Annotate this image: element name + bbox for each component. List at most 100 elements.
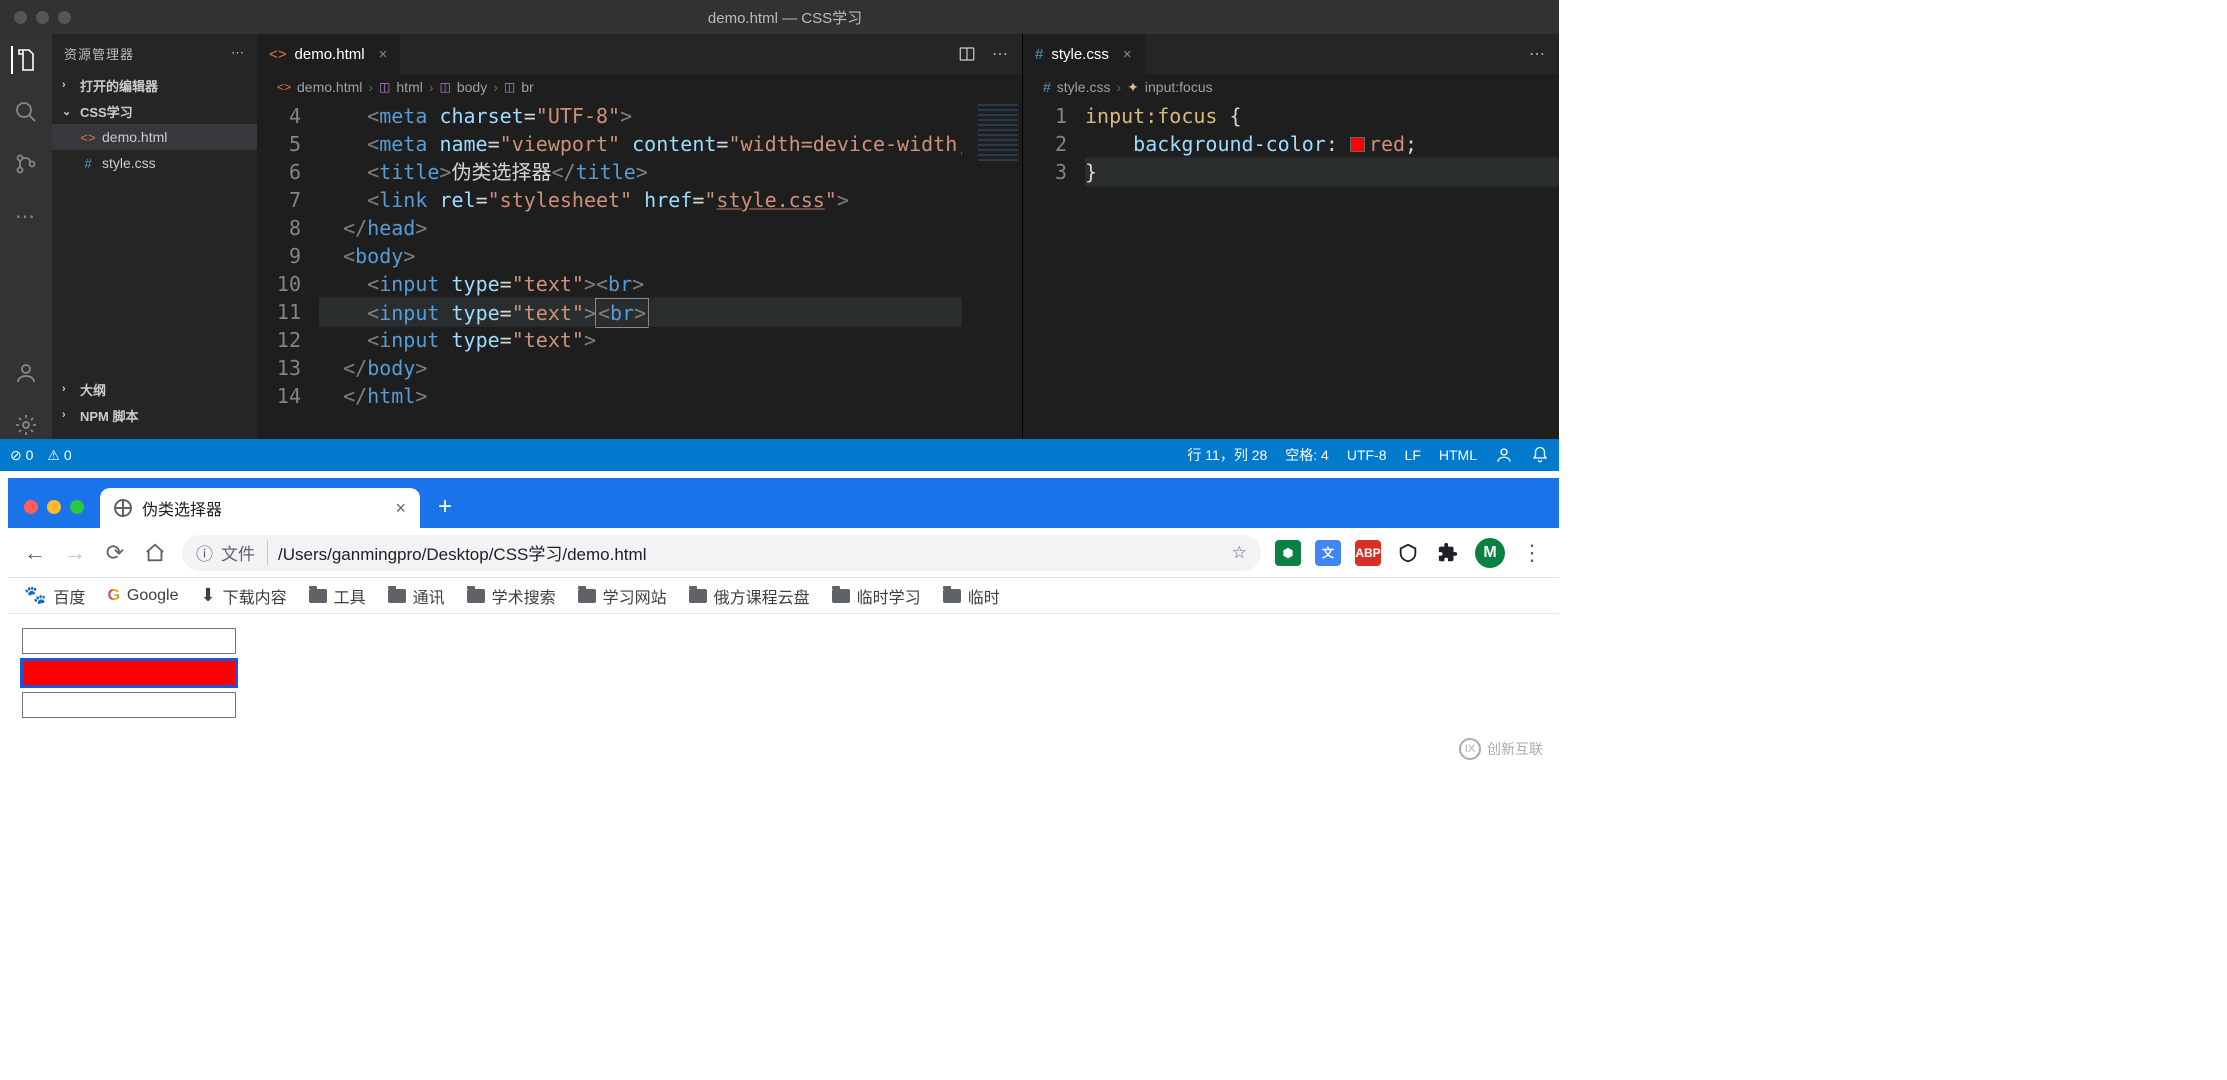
folder-icon xyxy=(578,589,596,603)
sidebar-title: 资源管理器 xyxy=(64,44,134,63)
window-title: demo.html — CSS学习 xyxy=(71,7,1499,28)
bookmark-star-icon[interactable]: ☆ xyxy=(1232,543,1247,563)
bookmark-俄方课程云盘[interactable]: 俄方课程云盘 xyxy=(689,584,810,608)
file-style.css[interactable]: #style.css xyxy=(52,150,257,176)
bookmark-工具[interactable]: 工具 xyxy=(309,584,366,608)
google-icon: G xyxy=(107,587,119,605)
close-icon[interactable]: × xyxy=(395,498,406,519)
close-icon[interactable]: × xyxy=(1123,46,1132,63)
outline-section[interactable]: ›大纲 xyxy=(52,376,257,402)
code-editor-2[interactable]: 123 input:focus { background-color: red;… xyxy=(1023,100,1559,439)
code-editor-1[interactable]: 4567891011121314 <meta charset="UTF-8"> … xyxy=(257,100,1022,439)
back-button[interactable]: ← xyxy=(22,540,48,566)
notifications-icon[interactable] xyxy=(1531,446,1549,464)
tab-bar-2: # style.css × ⋯ xyxy=(1023,34,1559,74)
vscode-titlebar[interactable]: demo.html — CSS学习 xyxy=(0,0,1559,34)
chrome-window: 伪类选择器 × + ← → ⟳ ⓘ文件 /Users/ganmingpro/De… xyxy=(8,478,1559,773)
page-input-2-focused[interactable] xyxy=(22,660,236,686)
folder-icon xyxy=(689,589,707,603)
bookmark-下载内容[interactable]: ⬇下载内容 xyxy=(200,584,286,608)
status-eol[interactable]: LF xyxy=(1405,447,1421,463)
css-file-icon: # xyxy=(1043,79,1051,95)
breadcrumb-1[interactable]: <>demo.html ›◫html ›◫body ›◫br xyxy=(257,74,1022,100)
status-indent[interactable]: 空格: 4 xyxy=(1285,445,1329,465)
status-encoding[interactable]: UTF-8 xyxy=(1347,447,1387,463)
breadcrumb-2[interactable]: #style.css ›✦input:focus xyxy=(1023,74,1559,100)
extension-icon[interactable] xyxy=(1395,540,1421,566)
account-icon[interactable] xyxy=(12,359,40,387)
status-warnings[interactable]: ⚠ 0 xyxy=(47,447,71,464)
adblock-icon[interactable]: ABP xyxy=(1355,540,1381,566)
browser-tab[interactable]: 伪类选择器 × xyxy=(100,488,420,528)
tab-demo-html[interactable]: <> demo.html × xyxy=(257,34,400,74)
sidebar-explorer: 资源管理器 ⋯ ›打开的编辑器 ⌄CSS学习 <>demo.html#style… xyxy=(52,34,257,439)
window-controls[interactable] xyxy=(0,11,71,24)
address-bar[interactable]: ⓘ文件 /Users/ganmingpro/Desktop/CSS学习/demo… xyxy=(182,535,1261,571)
tab-more-icon[interactable]: ⋯ xyxy=(992,44,1008,64)
bookmark-学习网站[interactable]: 学习网站 xyxy=(578,584,667,608)
tab-style-css[interactable]: # style.css × xyxy=(1023,34,1145,74)
extension-icon[interactable]: ⬢ xyxy=(1275,540,1301,566)
split-editor-icon[interactable] xyxy=(958,45,976,63)
more-icon[interactable]: ⋯ xyxy=(12,202,40,230)
reload-button[interactable]: ⟳ xyxy=(102,540,128,566)
folder-icon xyxy=(832,589,850,603)
status-language[interactable]: HTML xyxy=(1439,447,1477,463)
source-control-icon[interactable] xyxy=(12,150,40,178)
status-position[interactable]: 行 11，列 28 xyxy=(1187,445,1267,465)
bookmark-临时[interactable]: 临时 xyxy=(943,584,1000,608)
page-input-3[interactable] xyxy=(22,692,236,718)
tab-more-icon[interactable]: ⋯ xyxy=(1529,44,1545,64)
folder-icon xyxy=(388,589,406,603)
tag-icon: ◫ xyxy=(440,80,451,94)
sidebar-more-icon[interactable]: ⋯ xyxy=(231,45,245,61)
new-tab-button[interactable]: + xyxy=(428,490,462,524)
extensions-puzzle-icon[interactable] xyxy=(1435,540,1461,566)
file-icon: # xyxy=(80,156,96,171)
editor-group-1: <> demo.html × ⋯ <>demo.html ›◫html ›◫bo… xyxy=(257,34,1022,439)
status-errors[interactable]: ⊘ 0 xyxy=(10,447,33,464)
file-demo.html[interactable]: <>demo.html xyxy=(52,124,257,150)
tag-icon: ◫ xyxy=(504,80,515,94)
minimap[interactable] xyxy=(962,100,1022,439)
folder-icon xyxy=(467,589,485,603)
profile-avatar[interactable]: M xyxy=(1475,538,1505,568)
opened-editors-section[interactable]: ›打开的编辑器 xyxy=(52,72,257,98)
window-controls[interactable] xyxy=(8,500,100,528)
folder-icon xyxy=(309,589,327,603)
bookmark-学术搜索[interactable]: 学术搜索 xyxy=(467,584,556,608)
bookmarks-bar: 🐾百度 GGoogle ⬇下载内容工具通讯学术搜索学习网站俄方课程云盘临时学习临时 xyxy=(8,578,1559,614)
folder-icon xyxy=(943,589,961,603)
rendered-page xyxy=(8,614,1559,738)
npm-scripts-section[interactable]: ›NPM 脚本 xyxy=(52,402,257,428)
selector-icon: ✦ xyxy=(1127,79,1139,96)
project-root[interactable]: ⌄CSS学习 xyxy=(52,98,257,124)
home-button[interactable] xyxy=(142,540,168,566)
vscode-window: demo.html — CSS学习 ⋯ 资源管理器 ⋯ ›打开的编辑器 ⌄CSS… xyxy=(0,0,1559,471)
bookmark-百度[interactable]: 🐾百度 xyxy=(24,584,85,608)
page-input-1[interactable] xyxy=(22,628,236,654)
bookmark-临时学习[interactable]: 临时学习 xyxy=(832,584,921,608)
close-icon[interactable]: × xyxy=(379,46,388,63)
tag-icon: ◫ xyxy=(379,80,390,94)
html-file-icon: <> xyxy=(277,80,291,94)
status-bar: ⊘ 0 ⚠ 0 行 11，列 28 空格: 4 UTF-8 LF HTML xyxy=(0,439,1559,471)
extension-icons: ⬢ 文 ABP M ⋮ xyxy=(1275,538,1545,568)
bookmark-Google[interactable]: GGoogle xyxy=(107,587,178,605)
explorer-icon[interactable] xyxy=(11,46,39,74)
feedback-icon[interactable] xyxy=(1495,446,1513,464)
translate-icon[interactable]: 文 xyxy=(1315,540,1341,566)
info-icon: ⓘ xyxy=(196,540,213,565)
chrome-menu-icon[interactable]: ⋮ xyxy=(1519,540,1545,566)
forward-button[interactable]: → xyxy=(62,540,88,566)
download-icon: ⬇ xyxy=(200,585,215,606)
search-icon[interactable] xyxy=(12,98,40,126)
watermark: IX 创新互联 xyxy=(1459,738,1543,760)
bookmark-通讯[interactable]: 通讯 xyxy=(388,584,445,608)
sidebar-header: 资源管理器 ⋯ xyxy=(52,34,257,72)
tab-title: 伪类选择器 xyxy=(142,496,222,520)
chrome-tab-strip: 伪类选择器 × + xyxy=(8,478,1559,528)
settings-gear-icon[interactable] xyxy=(12,411,40,439)
globe-icon xyxy=(114,499,132,517)
file-icon: <> xyxy=(80,130,96,145)
